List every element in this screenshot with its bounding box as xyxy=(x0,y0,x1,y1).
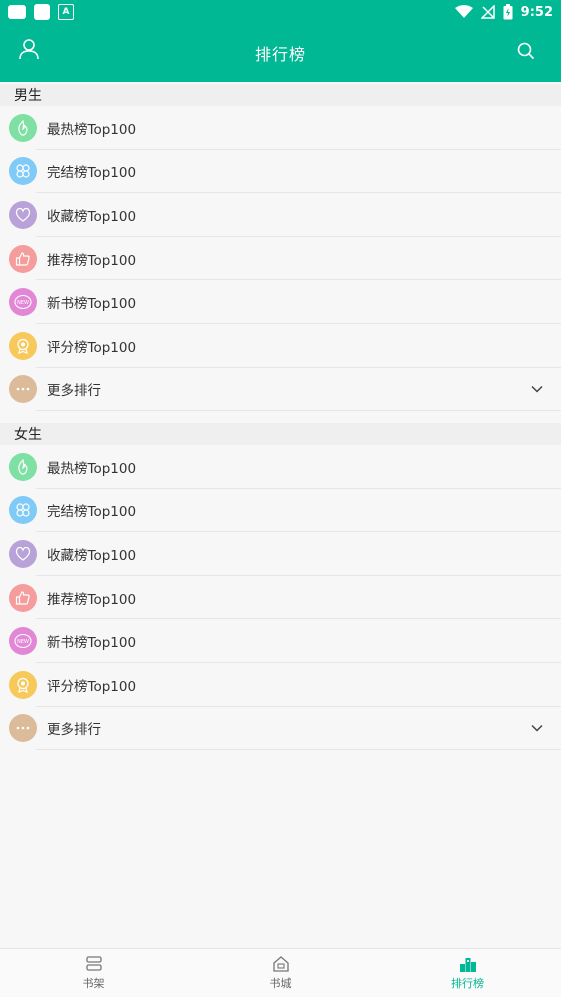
tab-label: 排行榜 xyxy=(451,977,484,990)
more-rankings-item[interactable]: 更多排行 xyxy=(0,368,561,412)
list-item[interactable]: 推荐榜Top100 xyxy=(0,237,561,281)
list-item-label: 收藏榜Top100 xyxy=(47,547,137,564)
knot-icon xyxy=(9,157,37,186)
status-bar: A 9:52 xyxy=(0,0,561,24)
ranking-list-female: 最热榜Top100 完结榜Top100 收藏榜Top100 推荐榜Top100 … xyxy=(0,445,561,751)
section-header-female: 女生 xyxy=(0,423,561,445)
list-item-label: 完结榜Top100 xyxy=(47,504,137,521)
list-item[interactable]: NEW 新书榜Top100 xyxy=(0,280,561,324)
list-item-label: 评分榜Top100 xyxy=(47,678,137,695)
tab-ranking[interactable]: 排行榜 xyxy=(408,955,528,991)
chevron-down-icon[interactable] xyxy=(531,383,543,395)
app-bar: 排行榜 xyxy=(0,24,561,82)
section-header-male: 男生 xyxy=(0,84,561,106)
thumbs-up-icon xyxy=(9,583,37,612)
list-item-label: 最热榜Top100 xyxy=(47,121,137,138)
list-item[interactable]: 完结榜Top100 xyxy=(0,489,561,533)
list-item[interactable]: 评分榜Top100 xyxy=(0,324,561,368)
android-icon xyxy=(8,5,26,19)
list-item-label: 新书榜Top100 xyxy=(47,296,137,313)
list-item-label: 推荐榜Top100 xyxy=(47,252,137,269)
more-rankings-item[interactable]: 更多排行 xyxy=(0,707,561,751)
divider xyxy=(36,749,561,751)
list-item-label: 评分榜Top100 xyxy=(47,339,137,356)
notification-icon xyxy=(34,4,50,20)
heart-icon xyxy=(9,200,37,229)
ranking-icon xyxy=(459,958,476,972)
knot-icon xyxy=(9,496,37,525)
tab-bookstore[interactable]: 书城 xyxy=(221,955,341,991)
list-item-label: 最热榜Top100 xyxy=(47,460,137,477)
clock: 9:52 xyxy=(520,4,553,20)
bookstore-icon xyxy=(272,956,289,972)
medal-icon xyxy=(9,331,37,360)
list-item-label: 推荐榜Top100 xyxy=(47,591,137,608)
no-signal-icon xyxy=(480,5,495,19)
status-right: 9:52 xyxy=(454,4,561,20)
new-badge-icon: NEW xyxy=(9,288,37,317)
svg-text:NEW: NEW xyxy=(17,300,29,306)
list-item-label: 完结榜Top100 xyxy=(47,165,137,182)
tab-label: 书城 xyxy=(269,977,292,990)
list-item[interactable]: 收藏榜Top100 xyxy=(0,532,561,576)
list-item-label: 更多排行 xyxy=(47,383,101,400)
more-icon xyxy=(9,714,37,743)
list-item[interactable]: 收藏榜Top100 xyxy=(0,193,561,237)
ranking-list-male: 最热榜Top100 完结榜Top100 收藏榜Top100 推荐榜Top100 … xyxy=(0,106,561,412)
flame-icon xyxy=(9,452,37,481)
page-title: 排行榜 xyxy=(254,45,306,64)
new-badge-icon: NEW xyxy=(9,627,37,656)
more-icon xyxy=(9,375,37,404)
divider xyxy=(36,410,561,412)
medal-icon xyxy=(9,670,37,699)
wifi-icon xyxy=(454,5,473,18)
status-left: A xyxy=(0,4,74,20)
list-item-label: 新书榜Top100 xyxy=(47,635,137,652)
tab-bookshelf[interactable]: 书架 xyxy=(34,955,154,991)
list-item[interactable]: 评分榜Top100 xyxy=(0,663,561,707)
list-item[interactable]: NEW 新书榜Top100 xyxy=(0,619,561,663)
list-item[interactable]: 推荐榜Top100 xyxy=(0,576,561,620)
list-item[interactable]: 最热榜Top100 xyxy=(0,445,561,489)
list-item-label: 收藏榜Top100 xyxy=(47,208,137,225)
bottom-nav: 书架 书城 排行榜 xyxy=(0,948,561,997)
bookshelf-icon xyxy=(85,956,102,971)
search-icon[interactable] xyxy=(517,42,535,60)
list-item[interactable]: 完结榜Top100 xyxy=(0,150,561,194)
list-item-label: 更多排行 xyxy=(47,722,101,739)
a-badge-icon: A xyxy=(58,4,74,20)
flame-icon xyxy=(9,113,37,142)
list-item[interactable]: 最热榜Top100 xyxy=(0,106,561,150)
battery-icon xyxy=(503,4,513,20)
heart-icon xyxy=(9,539,37,568)
tab-label: 书架 xyxy=(82,977,105,990)
svg-text:NEW: NEW xyxy=(17,639,29,645)
thumbs-up-icon xyxy=(9,244,37,273)
chevron-down-icon[interactable] xyxy=(531,722,543,734)
